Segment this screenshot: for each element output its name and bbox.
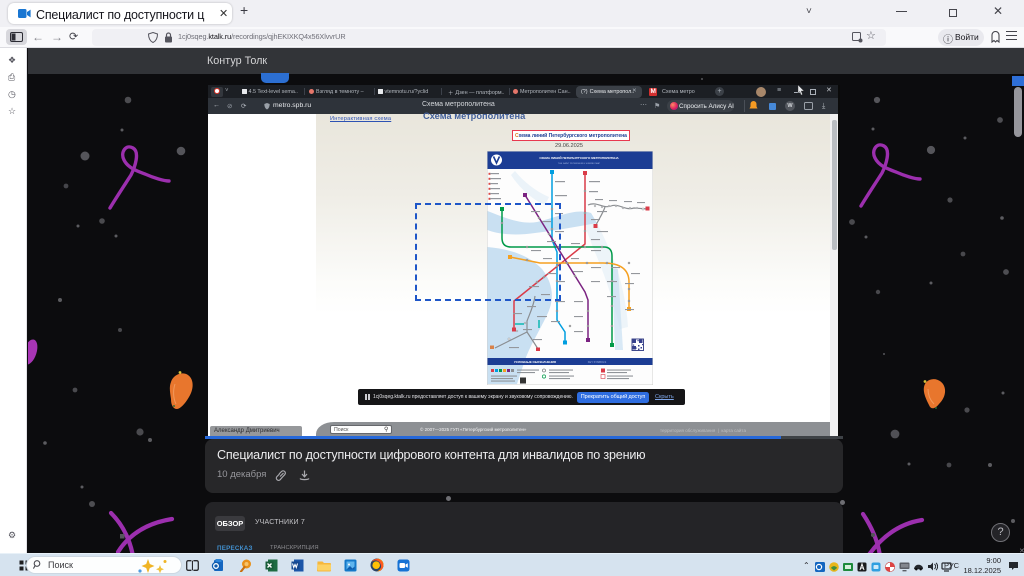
svg-text:KEY SYMBOLS: KEY SYMBOLS — [588, 360, 607, 364]
svg-text:СХЕМА ЛИНИЙ ПЕТЕРБУРГСКОГО МЕТ: СХЕМА ЛИНИЙ ПЕТЕРБУРГСКОГО МЕТРОПОЛИТЕНА — [539, 156, 619, 160]
svg-text:THE SAINT PETERSBURG SUBWAY MA: THE SAINT PETERSBURG SUBWAY MAP — [558, 162, 601, 165]
svg-text:УСЛОВНЫЕ ОБОЗНАЧЕНИЯ: УСЛОВНЫЕ ОБОЗНАЧЕНИЯ — [514, 360, 556, 364]
